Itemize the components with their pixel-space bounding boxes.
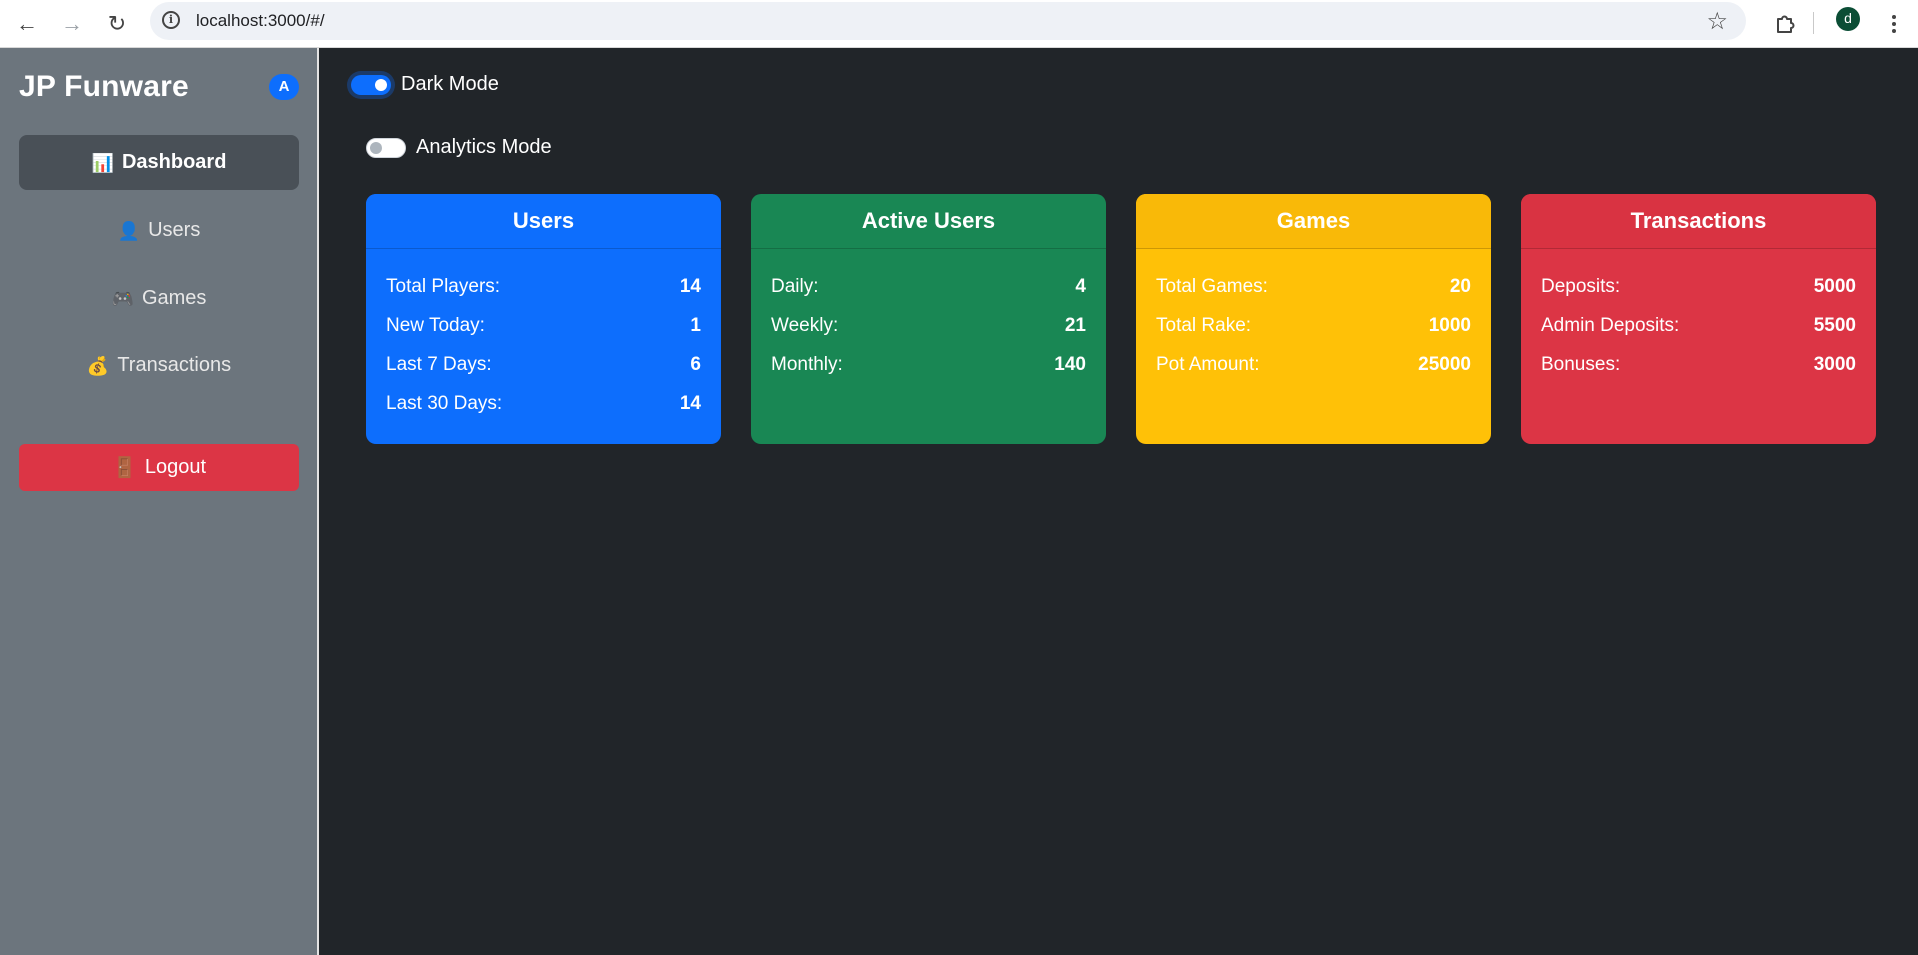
stat-value: 1 [690,314,701,336]
stat-value: 5000 [1813,275,1856,297]
analytics-mode-toggle-row: Analytics Mode [366,136,552,159]
stat-value: 6 [690,353,701,375]
site-info-icon[interactable]: i [162,11,180,29]
sidebar: JP Funware A 📊 Dashboard 👤 Users 🎮 Games… [0,48,319,955]
sidebar-item-label: Dashboard [121,151,227,173]
browser-toolbar: ← → ↻ i localhost:3000/#/ ☆ d [0,0,1918,48]
money-bag-icon: 💰 [86,355,110,376]
stat-label: Bonuses: [1541,353,1621,375]
stat-value: 20 [1449,275,1471,297]
stat-label: Admin Deposits: [1541,314,1680,336]
stat-label: Last 30 Days: [386,392,503,414]
sidebar-item-label: Transactions [117,354,232,376]
profile-avatar[interactable]: d [1836,7,1860,31]
stat-row: Weekly: 21 [771,306,1086,345]
transactions-card: Transactions Deposits: 5000 Admin Deposit… [1521,194,1876,444]
sidebar-item-dashboard[interactable]: 📊 Dashboard [19,135,299,190]
stat-value: 3000 [1813,353,1856,375]
door-icon: 🚪 [111,457,137,479]
sidebar-item-label: Users [148,219,201,241]
stat-value: 14 [679,275,701,297]
card-title: Users [366,194,721,249]
stat-row: Total Games: 20 [1156,267,1471,306]
toolbar-divider [1813,12,1814,34]
admin-badge: A [269,74,299,100]
stat-row: New Today: 1 [386,306,701,345]
gamepad-icon: 🎮 [111,288,134,309]
card-title: Active Users [751,194,1106,249]
sidebar-item-label: Games [141,287,207,309]
chart-icon: 📊 [91,152,114,173]
forward-icon[interactable]: → [54,6,90,42]
sidebar-item-games[interactable]: 🎮 Games [19,271,299,326]
back-icon[interactable]: ← [9,6,45,42]
stat-label: Daily: [771,275,819,297]
sidebar-item-users[interactable]: 👤 Users [19,203,299,258]
dark-mode-toggle-row: Dark Mode [351,73,499,96]
stat-row: Total Rake: 1000 [1156,306,1471,345]
stat-value: 25000 [1418,353,1471,375]
stat-value: 21 [1064,314,1086,336]
logout-button[interactable]: 🚪 Logout [19,444,299,491]
stat-row: Daily: 4 [771,267,1086,306]
stat-value: 14 [679,392,701,414]
dark-mode-switch[interactable] [351,74,391,95]
card-title: Games [1136,194,1491,249]
stat-row: Admin Deposits: 5500 [1541,306,1856,345]
stat-row: Total Players: 14 [386,267,701,306]
stat-row: Last 30 Days: 14 [386,384,701,423]
sidebar-item-transactions[interactable]: 💰 Transactions [19,338,299,393]
logout-label: Logout [144,456,207,478]
stat-value: 4 [1075,275,1086,297]
stat-label: Pot Amount: [1156,353,1260,375]
users-card: Users Total Players: 14 New Today: 1 Last … [366,194,721,444]
stat-label: Weekly: [771,314,839,336]
stat-label: Total Rake: [1156,314,1252,336]
stat-label: Last 7 Days: [386,353,492,375]
bookmark-star-icon[interactable]: ☆ [1706,7,1728,36]
stat-label: Deposits: [1541,275,1621,297]
card-title: Transactions [1521,194,1876,249]
brand-title: JP Funware [19,70,189,103]
stat-row: Pot Amount: 25000 [1156,345,1471,384]
extensions-icon[interactable] [1767,6,1803,42]
stat-label: Total Games: [1156,275,1268,297]
stat-label: Monthly: [771,353,843,375]
stat-row: Last 7 Days: 6 [386,345,701,384]
address-bar[interactable]: i localhost:3000/#/ ☆ [150,2,1746,40]
stat-row: Deposits: 5000 [1541,267,1856,306]
stat-value: 1000 [1428,314,1471,336]
user-icon: 👤 [117,220,141,241]
games-card: Games Total Games: 20 Total Rake: 1000 Pot… [1136,194,1491,444]
url-text[interactable]: localhost:3000/#/ [196,11,325,31]
stat-row: Bonuses: 3000 [1541,345,1856,384]
active-users-card: Active Users Daily: 4 Weekly: 21 Monthly: 1… [751,194,1106,444]
stat-label: Total Players: [386,275,501,297]
analytics-mode-switch[interactable] [366,137,406,158]
analytics-mode-label[interactable]: Analytics Mode [416,136,552,159]
stat-row: Monthly: 140 [771,345,1086,384]
stat-label: New Today: [386,314,485,336]
stat-value: 5500 [1813,314,1856,336]
stat-value: 140 [1054,353,1086,375]
reload-icon[interactable]: ↻ [99,6,135,42]
dark-mode-label[interactable]: Dark Mode [401,73,499,96]
browser-menu-icon[interactable] [1880,6,1908,42]
